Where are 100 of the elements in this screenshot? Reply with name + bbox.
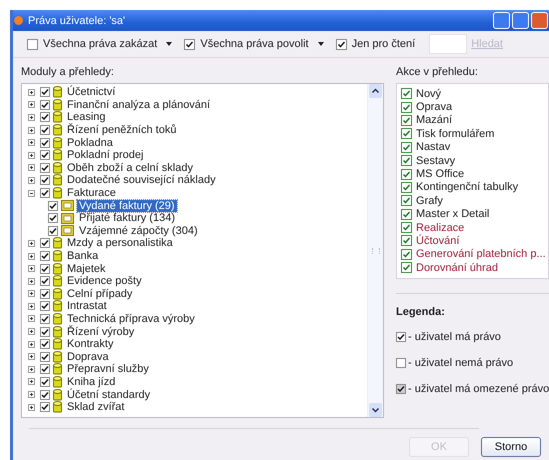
checkbox[interactable]: [40, 276, 50, 286]
checkbox[interactable]: [40, 162, 50, 173]
checkbox[interactable]: [40, 376, 50, 387]
checkbox[interactable]: [401, 142, 412, 153]
expander-icon[interactable]: [28, 114, 35, 121]
tree-item[interactable]: Pokladní prodej: [65, 149, 146, 162]
tree-item[interactable]: Evidence pošty: [65, 275, 144, 288]
tree-item[interactable]: Přijaté faktury (134): [77, 212, 177, 224]
action-item[interactable]: Nastav: [416, 141, 450, 154]
tree-item[interactable]: Intrastat: [65, 300, 109, 312]
checkbox[interactable]: [40, 100, 50, 110]
dialog-button[interactable]: Storno: [481, 437, 541, 457]
tree-item[interactable]: Doprava: [65, 350, 111, 363]
action-item[interactable]: Oprava: [416, 101, 452, 114]
checkbox[interactable]: [401, 208, 412, 220]
action-item[interactable]: Kontingenční tabulky: [416, 181, 518, 194]
tree-item[interactable]: Přepravní služby: [65, 363, 151, 376]
tree-item[interactable]: Řízení peněžních toků: [65, 124, 178, 136]
action-item[interactable]: Tisk formulářem: [416, 128, 494, 140]
checkbox[interactable]: [336, 38, 347, 50]
expander-icon[interactable]: [28, 164, 35, 172]
tree-item[interactable]: Kontrakty: [65, 338, 116, 350]
checkbox[interactable]: [401, 102, 412, 113]
checkbox[interactable]: [401, 155, 412, 166]
tree-item[interactable]: Sklad zvířat: [65, 401, 126, 414]
checkbox[interactable]: [401, 235, 412, 246]
expander-icon[interactable]: [28, 340, 35, 348]
checkbox[interactable]: [40, 390, 50, 400]
minimize-button[interactable]: [493, 12, 510, 29]
checkbox[interactable]: [48, 213, 58, 224]
checkbox[interactable]: [40, 339, 50, 350]
action-item[interactable]: Master x Detail: [416, 208, 490, 220]
checkbox[interactable]: [48, 226, 58, 236]
expander-icon[interactable]: [28, 302, 35, 310]
expander-icon[interactable]: [28, 391, 35, 398]
checkbox[interactable]: [401, 195, 412, 206]
checkbox[interactable]: [184, 38, 196, 50]
tree-item[interactable]: Vzájemné zápočty (304): [77, 224, 200, 237]
expander-icon[interactable]: [28, 378, 35, 386]
expander-icon[interactable]: [28, 176, 35, 184]
checkbox[interactable]: [401, 88, 412, 100]
action-item[interactable]: Účtování: [416, 234, 460, 247]
checkbox[interactable]: [40, 301, 50, 312]
checkbox[interactable]: [40, 125, 50, 136]
checkbox[interactable]: [40, 402, 50, 412]
checkbox[interactable]: [40, 87, 50, 98]
expander-icon[interactable]: [28, 88, 35, 96]
expander-icon[interactable]: [28, 265, 35, 272]
tree-item[interactable]: Pokladna: [65, 136, 115, 149]
expander-icon[interactable]: [28, 152, 35, 159]
checkbox[interactable]: [40, 251, 50, 262]
checkbox[interactable]: [401, 182, 412, 193]
expander-icon[interactable]: [28, 328, 35, 336]
tree-item[interactable]: Vydané faktury (29): [77, 200, 177, 212]
expander-icon[interactable]: [28, 252, 35, 260]
search-field[interactable]: [429, 34, 468, 54]
tree-item[interactable]: Kniha jízd: [65, 376, 118, 388]
tree-item[interactable]: Technická příprava výroby: [65, 312, 197, 325]
action-item[interactable]: MS Office: [416, 168, 464, 180]
scroll-down-icon[interactable]: [369, 403, 382, 417]
action-item[interactable]: Mazání: [416, 114, 452, 126]
toolbar-label[interactable]: Všechna práva povolit: [200, 38, 309, 50]
expander-icon[interactable]: [28, 240, 35, 247]
expander-icon[interactable]: [28, 353, 35, 360]
scroll-up-icon[interactable]: [369, 84, 382, 98]
expander-icon[interactable]: [28, 278, 35, 285]
checkbox[interactable]: [40, 364, 50, 374]
checkbox[interactable]: [40, 150, 50, 160]
checkbox[interactable]: [401, 248, 412, 260]
expander-icon[interactable]: [28, 290, 35, 298]
checkbox[interactable]: [40, 352, 50, 362]
maximize-button[interactable]: [512, 12, 529, 29]
checkbox[interactable]: [40, 288, 50, 299]
checkbox[interactable]: [401, 114, 412, 126]
scrollbar[interactable]: [367, 84, 383, 417]
dropdown-arrow-icon[interactable]: [318, 41, 324, 47]
expander-icon[interactable]: [28, 190, 35, 197]
expander-icon[interactable]: [28, 101, 35, 108]
tree-item[interactable]: Účetnictví: [65, 86, 118, 98]
checkbox[interactable]: [401, 222, 412, 234]
checkbox[interactable]: [401, 128, 412, 140]
tree-item[interactable]: Mzdy a personalistika: [65, 237, 175, 250]
action-item[interactable]: Grafy: [416, 194, 443, 207]
checkbox[interactable]: [40, 264, 50, 274]
expander-icon[interactable]: [28, 126, 35, 134]
tree-item[interactable]: Fakturace: [65, 187, 118, 200]
checkbox[interactable]: [40, 238, 50, 248]
checkbox[interactable]: [40, 314, 50, 324]
expander-icon[interactable]: [28, 366, 35, 373]
checkbox[interactable]: [40, 175, 50, 186]
action-item[interactable]: Sestavy: [416, 154, 456, 167]
tree-item[interactable]: Celní případy: [65, 288, 134, 300]
expander-icon[interactable]: [28, 404, 35, 411]
checkbox[interactable]: [401, 168, 412, 180]
checkbox[interactable]: [27, 38, 38, 50]
toolbar-label[interactable]: Jen pro čtení: [352, 38, 416, 50]
checkbox[interactable]: [40, 188, 50, 198]
checkbox[interactable]: [40, 112, 50, 122]
action-item[interactable]: Nový: [416, 88, 442, 100]
dropdown-arrow-icon[interactable]: [166, 41, 172, 47]
